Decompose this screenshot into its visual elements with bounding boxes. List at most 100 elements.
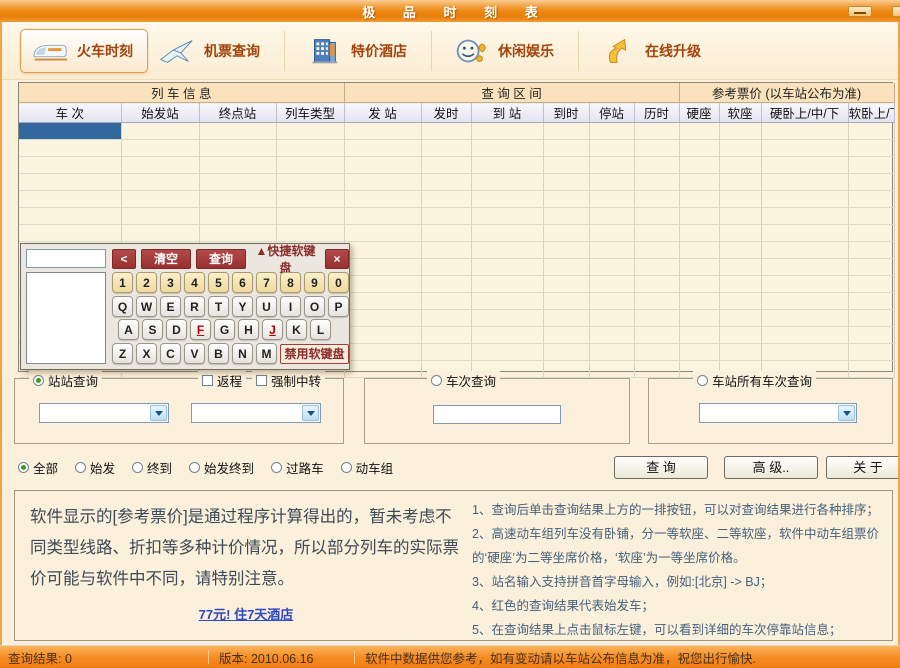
grid-cell[interactable] xyxy=(276,225,344,242)
key-7[interactable]: 7 xyxy=(256,272,277,293)
filter-option[interactable]: 始发 xyxy=(75,458,115,477)
grid-cell[interactable] xyxy=(543,123,589,140)
grid-cell[interactable] xyxy=(719,276,761,293)
filter-radio[interactable] xyxy=(18,462,29,473)
grid-cell[interactable] xyxy=(761,259,848,276)
grid-cell[interactable] xyxy=(589,293,634,310)
grid-cell[interactable] xyxy=(543,157,589,174)
grid-cell[interactable] xyxy=(471,276,543,293)
grid-cell[interactable] xyxy=(679,191,719,208)
grid-cell[interactable] xyxy=(848,293,894,310)
grid-cell[interactable] xyxy=(761,123,848,140)
grid-cell[interactable] xyxy=(199,157,276,174)
keyboard-close-button[interactable]: × xyxy=(325,249,349,269)
grid-column-header[interactable]: 到时 xyxy=(543,103,589,123)
grid-cell[interactable] xyxy=(719,242,761,259)
grid-cell[interactable] xyxy=(471,174,543,191)
grid-cell[interactable] xyxy=(848,310,894,327)
grid-cell[interactable] xyxy=(719,174,761,191)
grid-column-header[interactable]: 始发站 xyxy=(121,103,199,123)
key-z[interactable]: Z xyxy=(112,343,133,364)
grid-column-header[interactable]: 硬卧上/中/下 xyxy=(761,103,848,123)
grid-cell[interactable] xyxy=(589,344,634,361)
grid-cell[interactable] xyxy=(848,361,894,378)
grid-cell[interactable] xyxy=(471,208,543,225)
grid-cell[interactable] xyxy=(761,225,848,242)
grid-cell[interactable] xyxy=(421,208,471,225)
grid-column-header[interactable]: 软座 xyxy=(719,103,761,123)
grid-cell[interactable] xyxy=(719,208,761,225)
grid-cell[interactable] xyxy=(121,225,199,242)
key-v[interactable]: V xyxy=(184,343,205,364)
grid-cell[interactable] xyxy=(344,140,421,157)
table-row[interactable] xyxy=(19,123,894,140)
window-edge-button[interactable] xyxy=(892,6,900,17)
key-l[interactable]: L xyxy=(310,319,331,340)
key-g[interactable]: G xyxy=(214,319,235,340)
grid-column-header[interactable]: 硬座 xyxy=(679,103,719,123)
key-k[interactable]: K xyxy=(286,319,307,340)
key-x[interactable]: X xyxy=(136,343,157,364)
chevron-down-icon[interactable] xyxy=(302,405,319,421)
forced-transfer-checkbox[interactable] xyxy=(256,375,267,386)
grid-cell[interactable] xyxy=(589,140,634,157)
grid-cell[interactable] xyxy=(121,157,199,174)
table-row[interactable] xyxy=(19,174,894,191)
grid-cell[interactable] xyxy=(589,361,634,378)
about-button[interactable]: 关 于 xyxy=(826,456,900,479)
chevron-down-icon[interactable] xyxy=(150,405,167,421)
grid-column-header[interactable]: 发 站 xyxy=(344,103,421,123)
arrival-station-combobox[interactable] xyxy=(191,403,321,423)
key-p[interactable]: P xyxy=(328,296,349,317)
grid-cell[interactable] xyxy=(421,344,471,361)
grid-cell[interactable] xyxy=(543,225,589,242)
grid-cell[interactable] xyxy=(761,191,848,208)
grid-cell[interactable] xyxy=(719,140,761,157)
train-number-query-option[interactable]: 车次查询 xyxy=(427,371,500,390)
grid-cell[interactable] xyxy=(421,242,471,259)
grid-cell[interactable] xyxy=(761,293,848,310)
grid-cell[interactable] xyxy=(421,157,471,174)
grid-cell[interactable] xyxy=(471,225,543,242)
grid-cell[interactable] xyxy=(719,310,761,327)
grid-cell[interactable] xyxy=(634,174,679,191)
grid-cell[interactable] xyxy=(679,208,719,225)
key-4[interactable]: 4 xyxy=(184,272,205,293)
toolbar-item-flight-query[interactable]: 机票查询 xyxy=(148,30,274,72)
grid-cell[interactable] xyxy=(719,344,761,361)
grid-cell[interactable] xyxy=(634,276,679,293)
table-row[interactable] xyxy=(19,140,894,157)
grid-cell[interactable] xyxy=(634,293,679,310)
grid-cell[interactable] xyxy=(199,123,276,140)
grid-cell[interactable] xyxy=(471,344,543,361)
station-query-radio[interactable] xyxy=(33,375,44,386)
grid-cell[interactable] xyxy=(344,276,421,293)
toolbar-item-online-upgrade[interactable]: 在线升级 xyxy=(589,30,715,72)
grid-cell[interactable] xyxy=(543,208,589,225)
grid-cell[interactable] xyxy=(589,191,634,208)
grid-cell[interactable] xyxy=(199,208,276,225)
query-button[interactable]: 查 询 xyxy=(614,456,708,479)
grid-cell[interactable] xyxy=(634,242,679,259)
grid-cell[interactable] xyxy=(589,259,634,276)
key-e[interactable]: E xyxy=(160,296,181,317)
filter-option[interactable]: 终到 xyxy=(132,458,172,477)
grid-cell[interactable] xyxy=(848,225,894,242)
grid-column-header[interactable]: 列车类型 xyxy=(276,103,344,123)
grid-column-header[interactable]: 发时 xyxy=(421,103,471,123)
minimize-button[interactable] xyxy=(848,6,872,17)
grid-cell[interactable] xyxy=(679,327,719,344)
disable-keyboard-button[interactable]: 禁用软键盘 xyxy=(280,344,349,364)
grid-cell[interactable] xyxy=(543,174,589,191)
key-m[interactable]: M xyxy=(256,343,277,364)
grid-cell[interactable] xyxy=(589,157,634,174)
grid-cell[interactable] xyxy=(761,344,848,361)
key-f[interactable]: F xyxy=(190,319,211,340)
grid-cell[interactable] xyxy=(344,191,421,208)
grid-cell[interactable] xyxy=(761,327,848,344)
grid-cell[interactable] xyxy=(719,259,761,276)
grid-cell[interactable] xyxy=(121,208,199,225)
key-3[interactable]: 3 xyxy=(160,272,181,293)
backspace-button[interactable]: < xyxy=(112,249,136,269)
grid-cell[interactable] xyxy=(344,174,421,191)
